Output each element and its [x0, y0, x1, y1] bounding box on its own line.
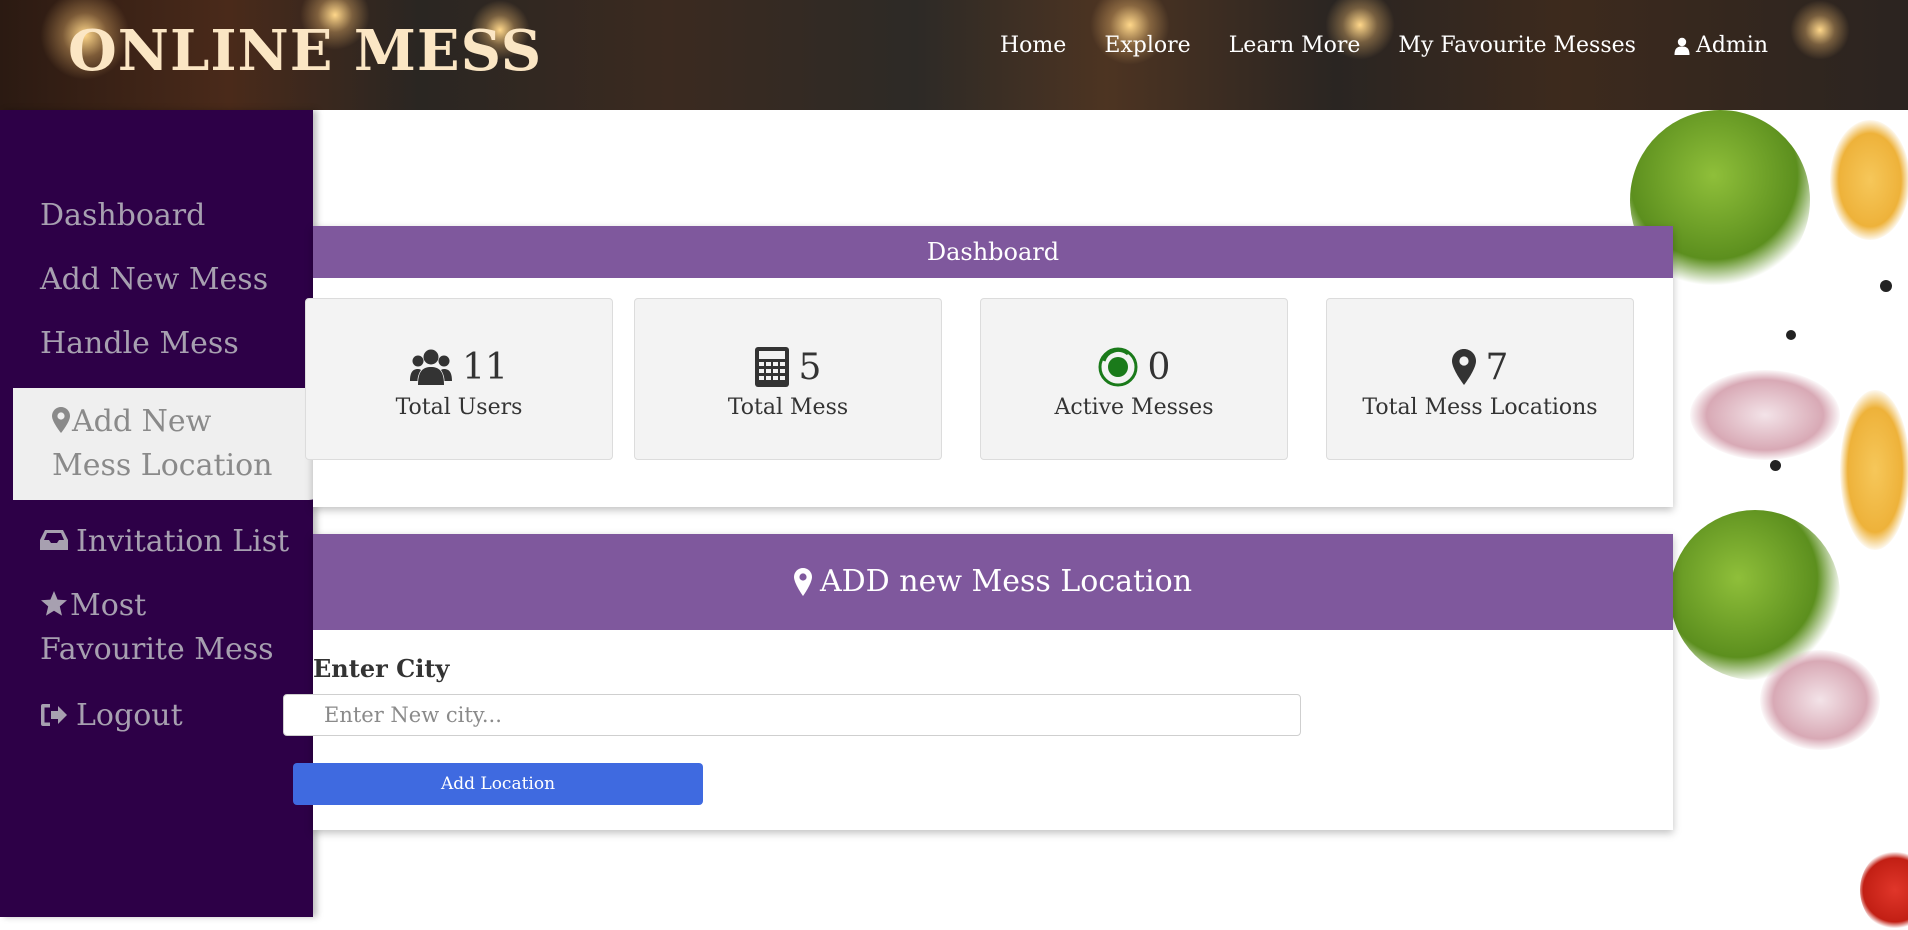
dashboard-title: Dashboard [313, 226, 1673, 278]
stat-label: Total Mess [727, 395, 849, 420]
map-marker-icon [793, 568, 812, 596]
nav-admin-menu[interactable]: Admin [1674, 28, 1768, 64]
map-marker-icon [1451, 349, 1476, 385]
active-circle-icon [1098, 347, 1138, 387]
admin-label: Admin [1695, 33, 1768, 58]
stat-card-active-messes: 0 Active Messes [980, 298, 1288, 460]
stat-value: 11 [462, 346, 508, 388]
sidebar: Dashboard Add New Mess Handle Mess Add N… [0, 110, 325, 917]
stat-value: 7 [1485, 346, 1509, 388]
add-location-button[interactable]: Add Location [293, 763, 703, 805]
most-favourite-text: Most Favourite Mess [40, 588, 274, 667]
sidebar-item-label: Dashboard [40, 198, 206, 233]
add-location-header: ADD new Mess Location [313, 534, 1673, 630]
stat-card-total-locations: 7 Total Mess Locations [1326, 298, 1634, 460]
stat-value: 0 [1147, 346, 1171, 388]
stat-value: 5 [798, 346, 822, 388]
sidebar-item-label: Add New Mess [40, 262, 269, 297]
stat-card-total-mess: 5 Total Mess [634, 298, 942, 460]
sidebar-item-label: Logout [76, 698, 183, 733]
sidebar-item-label: Invitation List [76, 524, 290, 559]
inbox-icon [40, 530, 68, 550]
stat-card-total-users: 11 Total Users [305, 298, 613, 460]
sidebar-item-label: Handle Mess [40, 326, 239, 361]
sidebar-item-logout[interactable]: Logout [40, 694, 183, 738]
brand-logo[interactable]: ONLINE MESS [68, 16, 542, 86]
sidebar-item-invitation-list[interactable]: Invitation List [40, 520, 289, 564]
header-bar: ONLINE MESS Home Explore Learn More My F… [0, 0, 1908, 110]
calculator-icon [754, 347, 789, 387]
sidebar-item-add-new-mess[interactable]: Add New Mess [40, 258, 268, 302]
sidebar-item-dashboard[interactable]: Dashboard [40, 194, 205, 238]
nav-link-explore[interactable]: Explore [1104, 28, 1190, 64]
nav-link-favourites[interactable]: My Favourite Messes [1398, 28, 1636, 64]
dashboard-panel: Dashboard 11 Total Users 5 Total Mess 0 … [305, 226, 1673, 507]
sidebar-item-handle-mess[interactable]: Handle Mess [40, 322, 239, 366]
add-location-text: Add New Mess Location [52, 404, 273, 483]
background-light [1790, 0, 1850, 60]
sidebar-item-add-location[interactable]: Add New Mess Location [13, 388, 325, 500]
sidebar-item-most-favourite[interactable]: Most Favourite Mess [40, 584, 300, 672]
sidebar-item-label: Add New Mess Location [52, 400, 297, 488]
stat-label: Total Mess Locations [1362, 395, 1598, 420]
nav-link-learn-more[interactable]: Learn More [1229, 28, 1361, 64]
sidebar-item-label: Most Favourite Mess [40, 584, 300, 672]
nav-link-home[interactable]: Home [1000, 28, 1066, 64]
star-icon [41, 591, 67, 616]
city-input[interactable] [283, 694, 1301, 736]
map-marker-icon [52, 407, 70, 433]
city-field-label: Enter City [313, 654, 450, 683]
users-icon [410, 349, 453, 385]
add-location-title: ADD new Mess Location [819, 564, 1193, 599]
top-nav: Home Explore Learn More My Favourite Mes… [1000, 28, 1768, 64]
sign-out-icon [41, 704, 67, 726]
user-icon [1674, 37, 1690, 55]
add-location-panel: ADD new Mess Location Enter City Add Loc… [283, 534, 1673, 830]
stat-label: Active Messes [1054, 395, 1214, 420]
stat-label: Total Users [395, 395, 523, 420]
